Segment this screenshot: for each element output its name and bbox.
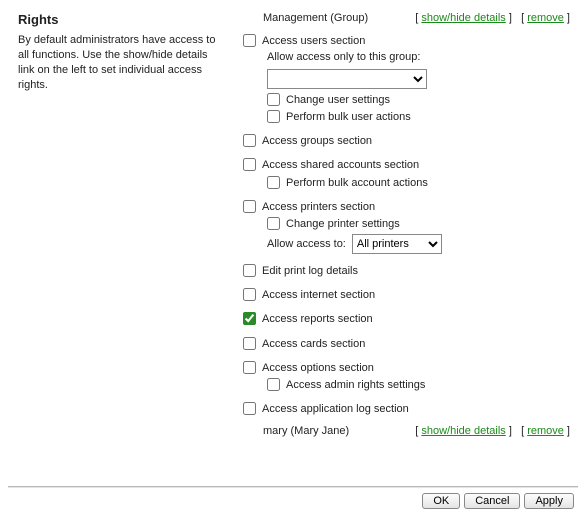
ok-button[interactable]: OK	[422, 493, 460, 509]
perm-access-users: Access users section	[243, 34, 570, 48]
perm-change-printer-settings: Change printer settings	[267, 217, 570, 231]
checkbox-access-admin-rights[interactable]	[267, 378, 280, 391]
perm-edit-print-log: Edit print log details	[243, 264, 570, 278]
checkbox-access-printers[interactable]	[243, 200, 256, 213]
left-column: Rights By default administrators have ac…	[8, 6, 233, 486]
perm-access-printers: Access printers section	[243, 200, 570, 214]
checkbox-access-cards[interactable]	[243, 337, 256, 350]
label-allow-access-to: Allow access to:	[267, 238, 346, 250]
checkbox-bulk-account-actions[interactable]	[267, 176, 280, 189]
entity-row-group: Management (Group) [ show/hide details ]…	[263, 12, 570, 24]
checkbox-access-internet[interactable]	[243, 288, 256, 301]
show-hide-details-link[interactable]: show/hide details	[421, 12, 505, 24]
perm-access-internet: Access internet section	[243, 288, 570, 302]
hint-allow-access-group: Allow access only to this group:	[267, 50, 570, 64]
checkbox-access-applog[interactable]	[243, 402, 256, 415]
cancel-button[interactable]: Cancel	[464, 493, 520, 509]
show-hide-details-link-user[interactable]: show/hide details	[421, 425, 505, 437]
checkbox-access-groups[interactable]	[243, 134, 256, 147]
perm-bulk-account-actions: Perform bulk account actions	[267, 176, 570, 190]
perm-access-groups: Access groups section	[243, 134, 570, 148]
perm-access-admin-rights: Access admin rights settings	[267, 378, 570, 392]
dialog-footer: OK Cancel Apply	[8, 487, 578, 509]
perm-access-shared: Access shared accounts section	[243, 158, 570, 172]
perm-bulk-user-actions: Perform bulk user actions	[267, 110, 570, 124]
section-title: Rights	[18, 12, 223, 27]
checkbox-change-printer-settings[interactable]	[267, 217, 280, 230]
perm-access-cards: Access cards section	[243, 337, 570, 351]
checkbox-access-reports[interactable]	[243, 312, 256, 325]
perm-change-user-settings: Change user settings	[267, 93, 570, 107]
checkbox-bulk-user-actions[interactable]	[267, 110, 280, 123]
entity-name-group: Management (Group)	[263, 12, 368, 24]
select-printer-access[interactable]: All printers	[352, 234, 442, 254]
permissions-list: Access users section Allow access only t…	[243, 34, 570, 423]
section-description: By default administrators have access to…	[18, 33, 223, 92]
apply-button[interactable]: Apply	[524, 493, 574, 509]
perm-access-reports: Access reports section	[243, 312, 570, 326]
right-column: Management (Group) [ show/hide details ]…	[233, 6, 578, 486]
checkbox-access-shared[interactable]	[243, 158, 256, 171]
checkbox-access-options[interactable]	[243, 361, 256, 374]
checkbox-edit-print-log[interactable]	[243, 264, 256, 277]
checkbox-access-users[interactable]	[243, 34, 256, 47]
remove-link-user[interactable]: remove	[527, 425, 564, 437]
entity-name-user: mary (Mary Jane)	[263, 425, 349, 437]
checkbox-change-user-settings[interactable]	[267, 93, 280, 106]
entity-row-user: mary (Mary Jane) [ show/hide details ] […	[263, 425, 570, 437]
perm-access-applog: Access application log section	[243, 402, 570, 416]
remove-link[interactable]: remove	[527, 12, 564, 24]
select-group[interactable]	[267, 69, 427, 89]
perm-access-options: Access options section	[243, 361, 570, 375]
